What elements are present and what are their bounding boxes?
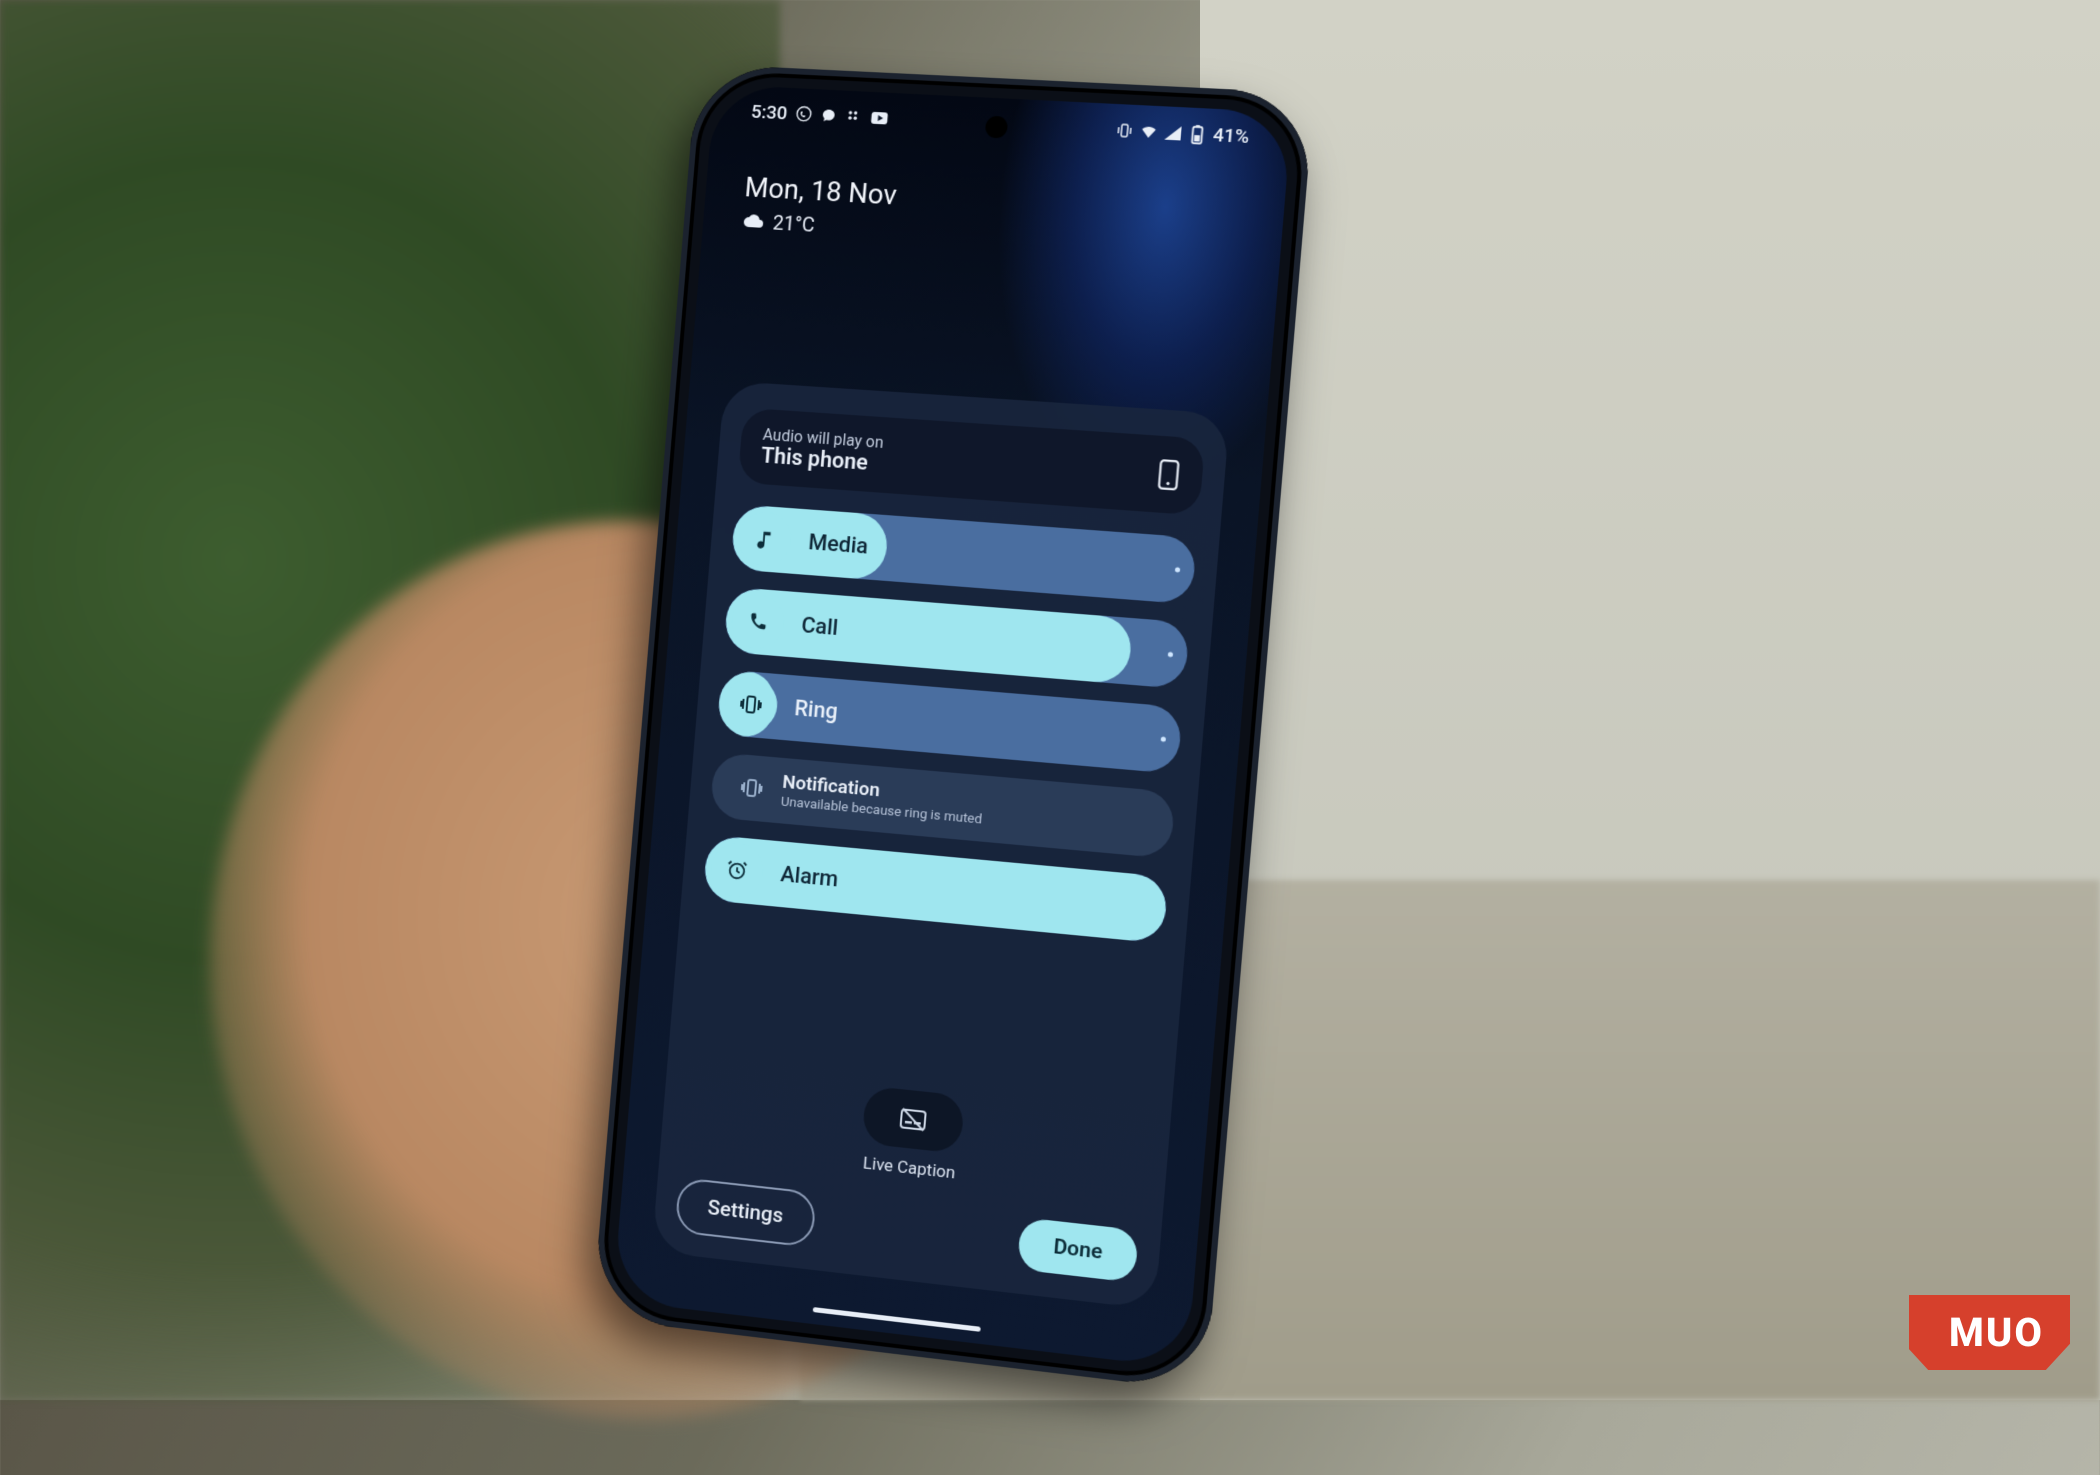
whatsapp-icon [794,105,813,124]
vibrate-notification-icon [723,759,780,817]
vibrate-icon [1115,121,1135,140]
done-button[interactable]: Done [1017,1217,1139,1283]
home-weather: 21°C [741,209,895,241]
phone-screen: 5:30 [613,84,1293,1368]
muo-watermark: MUO [1909,1295,2070,1370]
media-label: Media [807,530,869,559]
volume-panel: Audio will play on This phone Media [652,381,1230,1310]
alarm-label: Alarm [780,862,840,892]
ring-label: Ring [794,696,839,724]
phone-frame: 5:30 [592,64,1315,1392]
message-icon [820,106,839,125]
signal-icon [1164,123,1184,142]
call-volume-slider[interactable]: Call [723,587,1190,689]
status-bar: 5:30 [712,98,1291,150]
wifi-icon [1139,122,1159,141]
status-time: 5:30 [750,100,788,124]
youtube-icon [870,108,889,127]
home-date: Mon, 18 Nov [743,171,898,212]
caption-off-icon [898,1106,928,1133]
live-caption-toggle[interactable] [861,1086,965,1154]
home-info: Mon, 18 Nov 21°C [741,171,898,242]
weather-cloud-icon [741,211,766,232]
audio-output-row[interactable]: Audio will play on This phone [737,408,1205,516]
battery-percent: 41% [1212,123,1250,148]
gesture-bar[interactable] [813,1307,981,1332]
app-dots-icon [845,107,864,126]
phone-device-icon [1156,459,1181,491]
settings-button[interactable]: Settings [675,1177,817,1248]
media-volume-slider[interactable]: Media [730,504,1197,604]
call-label: Call [801,613,840,641]
battery-icon [1188,124,1208,143]
home-temp: 21°C [772,211,816,237]
notification-sub: Unavailable because ring is muted [780,794,983,828]
